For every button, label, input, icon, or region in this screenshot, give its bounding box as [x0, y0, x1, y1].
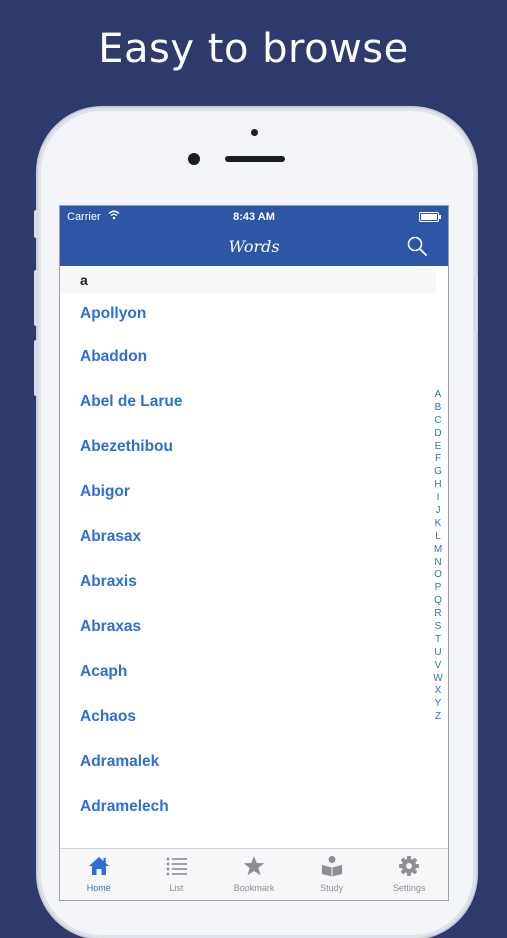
index-letter[interactable]: F [432, 453, 444, 466]
section-header: a [60, 268, 436, 294]
tab-home-label: Home [86, 883, 111, 893]
side-button-power [473, 275, 477, 333]
index-letter[interactable]: D [432, 428, 444, 441]
side-button-volume-down [34, 340, 38, 396]
status-time: 8:43 AM [233, 211, 275, 223]
search-icon[interactable] [406, 235, 428, 257]
section-letter: a [80, 272, 88, 288]
list-item[interactable]: Abraxas [60, 604, 430, 649]
battery-icon [419, 212, 441, 222]
index-letter[interactable]: K [432, 518, 444, 531]
index-letter[interactable]: W [432, 673, 444, 686]
earpiece-speaker [225, 156, 285, 162]
headline: Easy to browse [98, 26, 409, 72]
index-letter[interactable]: T [432, 634, 444, 647]
list-item[interactable]: Adramelech [60, 784, 430, 829]
index-letter[interactable]: H [432, 479, 444, 492]
phone-screen: Carrier 8:43 AM Words a Apollyon Abaddon… [60, 206, 448, 900]
status-bar: Carrier 8:43 AM [60, 206, 448, 228]
list-item[interactable]: Abel de Larue [60, 379, 430, 424]
index-letter[interactable]: U [432, 647, 444, 660]
navigation-bar: Words [60, 228, 448, 266]
list-item[interactable]: Abraxis [60, 559, 430, 604]
alphabet-index[interactable]: A B C D E F G H I J K L M N O P Q R S T … [432, 389, 444, 724]
front-camera [188, 153, 200, 165]
index-letter[interactable]: S [432, 621, 444, 634]
list-item[interactable]: Apollyon [60, 294, 430, 334]
tab-list-label: List [169, 883, 184, 893]
list-item[interactable]: Adramalek [60, 739, 430, 784]
reader-icon [321, 856, 342, 877]
index-letter[interactable]: M [432, 544, 444, 557]
list-item[interactable]: Abezethibou [60, 424, 430, 469]
gear-icon [399, 856, 420, 876]
tab-bookmark[interactable]: Bookmark [215, 849, 293, 900]
home-icon [89, 857, 109, 875]
list-item[interactable]: Abaddon [60, 334, 430, 379]
index-letter[interactable]: G [432, 466, 444, 479]
tab-settings-label: Settings [392, 883, 426, 893]
star-icon [243, 856, 265, 876]
list-item[interactable]: Abrasax [60, 514, 430, 559]
list-icon [166, 857, 187, 876]
tab-home[interactable]: Home [60, 849, 138, 900]
index-letter[interactable]: Z [432, 711, 444, 724]
index-letter[interactable]: V [432, 660, 444, 673]
index-letter[interactable]: I [432, 492, 444, 505]
tab-settings[interactable]: Settings [370, 849, 448, 900]
side-button-volume-up [34, 270, 38, 326]
tab-bookmark-label: Bookmark [233, 883, 275, 893]
index-letter[interactable]: L [432, 531, 444, 544]
list-item[interactable]: Achaos [60, 694, 430, 739]
list-item[interactable]: Abigor [60, 469, 430, 514]
index-letter[interactable]: J [432, 505, 444, 518]
index-letter[interactable]: C [432, 415, 444, 428]
index-letter[interactable]: Y [432, 698, 444, 711]
tab-study[interactable]: Study [293, 849, 371, 900]
index-letter[interactable]: B [432, 402, 444, 415]
front-sensor [251, 129, 258, 136]
word-list: Apollyon Abaddon Abel de Larue Abezethib… [60, 294, 430, 829]
index-letter[interactable]: P [432, 582, 444, 595]
nav-title: Words [228, 237, 280, 256]
index-letter[interactable]: Q [432, 595, 444, 608]
list-item[interactable]: Acaph [60, 649, 430, 694]
index-letter[interactable]: X [432, 685, 444, 698]
tab-bar: Home List Bookmark Study Settings [60, 848, 448, 900]
index-letter[interactable]: A [432, 389, 444, 402]
index-letter[interactable]: N [432, 557, 444, 570]
tab-list[interactable]: List [138, 849, 216, 900]
index-letter[interactable]: E [432, 441, 444, 454]
tab-study-label: Study [320, 883, 344, 893]
index-letter[interactable]: R [432, 608, 444, 621]
side-button-mute [34, 210, 38, 238]
index-letter[interactable]: O [432, 569, 444, 582]
